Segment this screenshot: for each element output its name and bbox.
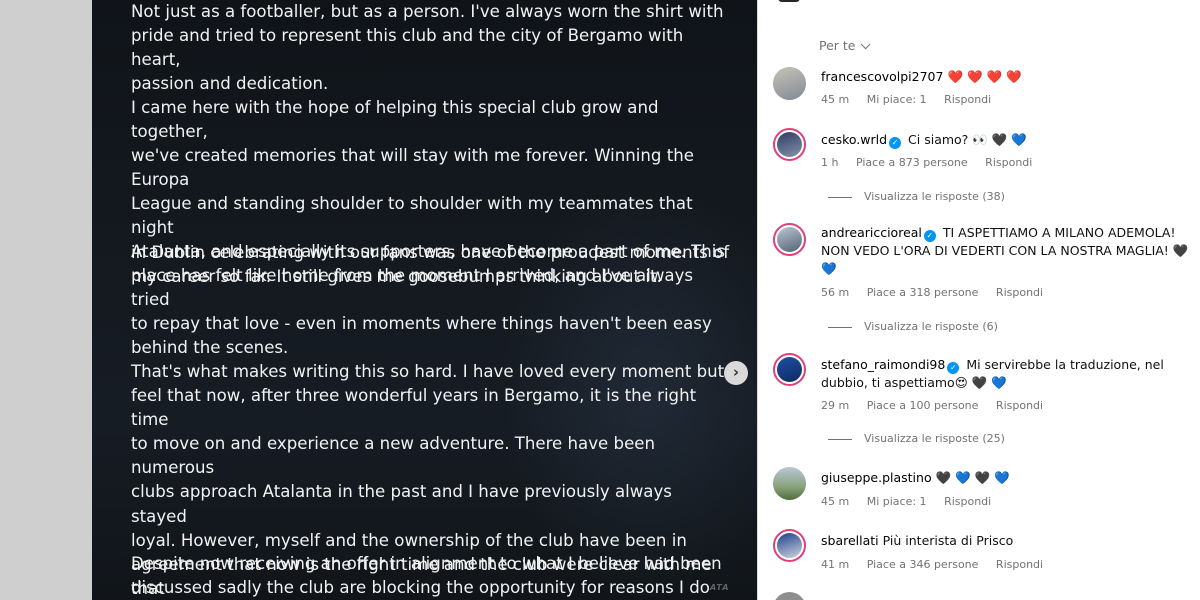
comment-time: 56 m xyxy=(821,286,850,299)
view-replies-label: Visualizza le risposte (6) xyxy=(864,320,998,333)
comment-text: 🖤 💙 🖤 💙 xyxy=(935,470,1010,485)
comment-username[interactable]: cesko.wrld xyxy=(821,132,887,147)
view-replies-label: Visualizza le risposte (38) xyxy=(864,190,1005,203)
comment-body: francescovolpi2707 ❤️ ❤️ ❤️ ❤️ xyxy=(821,68,1196,86)
comment-body: stefano_raimondi98 ✓ Mi servirebbe la tra… xyxy=(821,356,1196,392)
comment-time: 1 h xyxy=(821,156,839,169)
comment-likes[interactable]: Piace a 318 persone xyxy=(867,286,979,299)
brand-watermark: ATA xyxy=(710,583,730,592)
verified-badge-icon: ✓ xyxy=(889,137,902,149)
post-media: Not just as a footballer, but as a perso… xyxy=(92,0,757,600)
divider-line xyxy=(828,326,852,328)
view-replies-label: Visualizza le risposte (25) xyxy=(864,432,1005,445)
view-replies-button[interactable]: Visualizza le risposte (6) xyxy=(828,320,998,333)
comment-meta: 41 m Piace a 346 persone Rispondi xyxy=(821,558,1057,571)
comment-username[interactable]: sbarellati xyxy=(821,533,879,548)
comment-likes[interactable]: Piace a 346 persone xyxy=(867,558,979,571)
comment-likes[interactable]: Piace a 100 persone xyxy=(867,399,979,412)
comment-likes[interactable]: Piace a 873 persone xyxy=(856,156,968,169)
comment-time: 45 m xyxy=(821,93,850,106)
chevron-down-icon xyxy=(860,39,871,50)
comment-username[interactable]: giuseppe.plastino xyxy=(821,470,932,485)
comment-text: ❤️ ❤️ ❤️ ❤️ xyxy=(947,69,1022,84)
comment-meta: 29 m Piace a 100 persone Rispondi xyxy=(821,399,1057,412)
avatar[interactable] xyxy=(773,592,806,600)
post-paragraph: Not just as a footballer, but as a perso… xyxy=(131,2,724,94)
comments-panel: Per te francescovolpi2707 ❤️ ❤️ ❤️ ❤️ 45… xyxy=(758,0,1200,600)
comment-meta: 1 h Piace a 873 persone Rispondi xyxy=(821,156,1046,169)
next-slide-button[interactable]: › xyxy=(724,361,748,385)
comment-body: andreariccioreal ✓ TI ASPETTIAMO A MILANO… xyxy=(821,224,1196,278)
post-paragraph: Atalanta, and especially its supporters,… xyxy=(131,242,726,358)
comment-meta: 56 m Piace a 318 persone Rispondi xyxy=(821,286,1057,299)
reply-button[interactable]: Rispondi xyxy=(996,286,1043,299)
chevron-right-icon: › xyxy=(732,363,740,381)
sort-dropdown[interactable]: Per te xyxy=(819,38,871,53)
comment-meta: 45 m Mi piace: 1 Rispondi xyxy=(821,495,1005,508)
comment-body: giuseppe.plastino 🖤 💙 🖤 💙 xyxy=(821,469,1196,487)
verified-badge-icon: ✓ xyxy=(947,362,960,374)
reply-button[interactable]: Rispondi xyxy=(996,558,1043,571)
reply-button[interactable]: Rispondi xyxy=(985,156,1032,169)
comment-body: sbarellati Più interista di Prisco xyxy=(821,532,1196,550)
comment-text: Ci siamo? 👀 🖤 💙 xyxy=(908,132,1027,147)
reply-button[interactable]: Rispondi xyxy=(944,495,991,508)
left-gutter xyxy=(0,0,92,600)
comment-time: 29 m xyxy=(821,399,850,412)
reply-button[interactable]: Rispondi xyxy=(944,93,991,106)
verified-badge-icon: ✓ xyxy=(923,230,936,242)
sort-label: Per te xyxy=(819,38,856,53)
avatar[interactable] xyxy=(773,223,806,256)
view-replies-button[interactable]: Visualizza le risposte (25) xyxy=(828,432,1005,445)
avatar[interactable] xyxy=(778,0,800,2)
comment-meta: 45 m Mi piace: 1 Rispondi xyxy=(821,93,1005,106)
avatar[interactable] xyxy=(773,467,806,500)
comment-likes[interactable]: Mi piace: 1 xyxy=(867,495,927,508)
comment-username[interactable]: stefano_raimondi98 xyxy=(821,357,945,372)
avatar[interactable] xyxy=(773,353,806,386)
reply-button[interactable]: Rispondi xyxy=(996,399,1043,412)
comment-username[interactable]: andreariccioreal xyxy=(821,225,922,240)
divider-line xyxy=(828,196,852,198)
comment-time: 45 m xyxy=(821,495,850,508)
comment-body: cesko.wrld ✓ Ci siamo? 👀 🖤 💙 xyxy=(821,131,1196,149)
comment-time: 41 m xyxy=(821,558,850,571)
avatar[interactable] xyxy=(773,529,806,562)
comment-username[interactable]: francescovolpi2707 xyxy=(821,69,943,84)
view-replies-button[interactable]: Visualizza le risposte (38) xyxy=(828,190,1005,203)
comment-likes[interactable]: Mi piace: 1 xyxy=(867,93,927,106)
divider-line xyxy=(828,438,852,440)
comment-text: Più interista di Prisco xyxy=(882,533,1014,548)
post-paragraph: Despite now receiving an offer in alignm… xyxy=(131,554,722,598)
avatar[interactable] xyxy=(773,128,806,161)
avatar[interactable] xyxy=(773,67,806,100)
